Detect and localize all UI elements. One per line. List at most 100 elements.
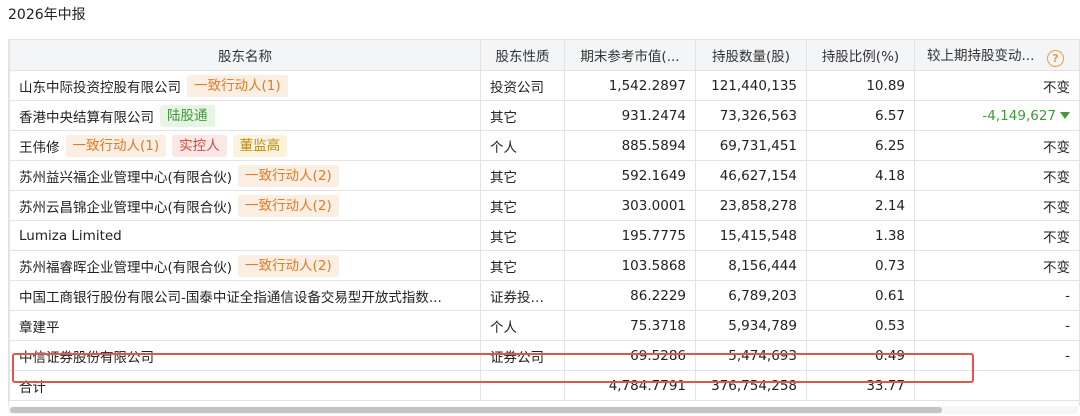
- table-row[interactable]: 苏州云昌锦企业管理中心(有限合伙) 一致行动人(2) 其它 303.0001 23,85…: [9, 190, 1079, 221]
- change-value: 不变: [1043, 139, 1070, 156]
- cell-shares: 8,156,444: [695, 250, 807, 281]
- table-row[interactable]: 中国工商银行股份有限公司-国泰中证全指通信设备交易型开放式指数... 证券投资..…: [9, 280, 1079, 311]
- cell-shareholder-name[interactable]: 苏州福睿晖企业管理中心(有限合伙) 一致行动人(2): [9, 250, 481, 281]
- cell-change: -: [914, 340, 1079, 371]
- shareholders-table: 股东名称 股东性质 期末参考市值(... 持股数量(股) 持股比例(%) 较上期…: [9, 39, 1079, 401]
- shareholder-tag[interactable]: 陆股通: [160, 104, 215, 127]
- cell-shares: 69,731,451: [695, 130, 807, 161]
- shareholder-name[interactable]: 中国工商银行股份有限公司-国泰中证全指通信设备交易型开放式指数...: [19, 290, 442, 306]
- table-row[interactable]: 中信证券股份有限公司 证券公司 69.5286 5,474,693 0.49 -: [9, 340, 1079, 371]
- cell-ratio: 0.53: [806, 310, 915, 341]
- change-value: 不变: [1043, 79, 1070, 96]
- cell-shareholder-name[interactable]: 王伟修 一致行动人(1) 实控人 董监高: [9, 130, 481, 161]
- cell-nature: 证券公司: [480, 340, 565, 371]
- shareholder-tag[interactable]: 董监高: [232, 134, 288, 157]
- table-body: 山东中际投资控股有限公司 一致行动人(1) 投资公司 1,542.2897 121,44…: [9, 70, 1079, 401]
- table-row[interactable]: 苏州福睿晖企业管理中心(有限合伙) 一致行动人(2) 其它 103.5868 8,156…: [9, 250, 1079, 281]
- shareholder-tag[interactable]: 实控人: [172, 134, 227, 157]
- cell-shareholder-name[interactable]: 山东中际投资控股有限公司 一致行动人(1): [9, 70, 481, 101]
- change-value: -: [1065, 317, 1070, 334]
- cell-shareholder-name[interactable]: 香港中央结算有限公司 陆股通: [9, 100, 481, 131]
- change-value: -: [1065, 287, 1070, 304]
- total-nature-empty: [480, 370, 565, 401]
- cell-market-value: 885.5894: [564, 130, 696, 161]
- table-row[interactable]: 香港中央结算有限公司 陆股通 其它 931.2474 73,326,563 6.57 -4,…: [9, 100, 1079, 131]
- cell-nature: 个人: [480, 310, 565, 341]
- cell-ratio: 2.14: [806, 190, 915, 221]
- column-header-shares[interactable]: 持股数量(股): [695, 39, 807, 71]
- shareholder-tag[interactable]: 一致行动人(1): [187, 74, 288, 97]
- change-value: -: [1065, 347, 1070, 364]
- cell-ratio: 1.38: [806, 220, 915, 251]
- help-icon[interactable]: ?: [1047, 49, 1064, 67]
- cell-shareholder-name[interactable]: Lumiza Limited: [9, 220, 481, 251]
- column-header-name[interactable]: 股东名称: [9, 39, 481, 71]
- cell-shareholder-name[interactable]: 章建平: [9, 310, 481, 341]
- change-value: 不变: [1043, 169, 1070, 186]
- cell-shares: 15,415,548: [695, 220, 807, 251]
- cell-change: -: [914, 310, 1079, 341]
- cell-shares: 23,858,278: [695, 190, 807, 221]
- cell-market-value: 103.5868: [564, 250, 696, 281]
- cell-shares: 46,627,154: [695, 160, 807, 191]
- shareholder-tag[interactable]: 一致行动人(2): [238, 194, 339, 217]
- total-row: 合计 4,784.7791 376,754,258 33.77: [9, 370, 1079, 401]
- cell-shares: 121,440,135: [695, 70, 807, 101]
- cell-change: 不变: [914, 220, 1079, 251]
- table-row[interactable]: Lumiza Limited 其它 195.7775 15,415,548 1.38 不变: [9, 220, 1079, 251]
- down-arrow-icon: [1060, 112, 1070, 119]
- cell-ratio: 6.25: [806, 130, 915, 161]
- change-value: 不变: [1043, 229, 1070, 246]
- cell-nature: 其它: [480, 250, 565, 281]
- cell-nature: 个人: [480, 130, 565, 161]
- table-row[interactable]: 章建平 个人 75.3718 5,934,789 0.53 -: [9, 310, 1079, 341]
- shareholder-name[interactable]: 苏州益兴福企业管理中心(有限合伙): [19, 170, 232, 186]
- shareholder-name[interactable]: Lumiza Limited: [19, 228, 122, 244]
- cell-shareholder-name[interactable]: 苏州云昌锦企业管理中心(有限合伙) 一致行动人(2): [9, 190, 481, 221]
- cell-nature: 其它: [480, 220, 565, 251]
- table-row[interactable]: 王伟修 一致行动人(1) 实控人 董监高 个人 885.5894 69,731,451 6.2…: [9, 130, 1079, 161]
- shareholder-tag[interactable]: 一致行动人(2): [238, 164, 339, 187]
- shareholder-tag[interactable]: 一致行动人(2): [238, 254, 339, 277]
- cell-shareholder-name[interactable]: 苏州益兴福企业管理中心(有限合伙) 一致行动人(2): [9, 160, 481, 191]
- cell-change: 不变: [914, 130, 1079, 161]
- horizontal-scrollbar[interactable]: [8, 406, 1078, 414]
- column-header-change[interactable]: 较上期持股变动... ?: [914, 39, 1079, 71]
- total-market-value: 4,784.7791: [564, 370, 696, 401]
- cell-ratio: 0.49: [806, 340, 915, 371]
- change-value: 不变: [1043, 199, 1070, 216]
- cell-shares: 73,326,563: [695, 100, 807, 131]
- column-header-nature[interactable]: 股东性质: [480, 39, 565, 71]
- shareholder-name[interactable]: 王伟修: [19, 140, 60, 156]
- shareholder-name[interactable]: 中信证券股份有限公司: [19, 350, 154, 366]
- shareholder-name[interactable]: 香港中央结算有限公司: [19, 110, 154, 126]
- change-value: 不变: [1043, 259, 1070, 276]
- cell-shares: 6,789,203: [695, 280, 807, 311]
- cell-shareholder-name[interactable]: 中信证券股份有限公司: [9, 340, 481, 371]
- shareholder-name[interactable]: 苏州福睿晖企业管理中心(有限合伙): [19, 260, 232, 276]
- total-label: 合计: [9, 370, 481, 401]
- column-header-market-value[interactable]: 期末参考市值(...: [564, 39, 696, 71]
- scrollbar-thumb[interactable]: [10, 407, 942, 413]
- cell-market-value: 195.7775: [564, 220, 696, 251]
- shareholders-table-container: 股东名称 股东性质 期末参考市值(... 持股数量(股) 持股比例(%) 较上期…: [8, 39, 1080, 406]
- table-row[interactable]: 苏州益兴福企业管理中心(有限合伙) 一致行动人(2) 其它 592.1649 46,62…: [9, 160, 1079, 191]
- column-header-ratio[interactable]: 持股比例(%): [806, 39, 915, 71]
- shareholder-tag[interactable]: 一致行动人(1): [65, 134, 167, 157]
- cell-shareholder-name[interactable]: 中国工商银行股份有限公司-国泰中证全指通信设备交易型开放式指数...: [9, 280, 481, 311]
- shareholder-name[interactable]: 章建平: [19, 320, 60, 336]
- shareholder-name[interactable]: 苏州云昌锦企业管理中心(有限合伙): [19, 200, 232, 216]
- change-value: -4,149,627: [982, 107, 1056, 124]
- cell-change: 不变: [914, 70, 1079, 101]
- total-change-empty: [914, 370, 1079, 401]
- cell-nature: 其它: [480, 190, 565, 221]
- cell-ratio: 10.89: [806, 70, 915, 101]
- cell-nature: 投资公司: [480, 70, 565, 101]
- shareholder-name[interactable]: 山东中际投资控股有限公司: [19, 80, 181, 96]
- cell-shares: 5,934,789: [695, 310, 807, 341]
- cell-ratio: 0.73: [806, 250, 915, 281]
- table-row[interactable]: 山东中际投资控股有限公司 一致行动人(1) 投资公司 1,542.2897 121,44…: [9, 70, 1079, 101]
- cell-ratio: 6.57: [806, 100, 915, 131]
- cell-market-value: 86.2229: [564, 280, 696, 311]
- cell-market-value: 75.3718: [564, 310, 696, 341]
